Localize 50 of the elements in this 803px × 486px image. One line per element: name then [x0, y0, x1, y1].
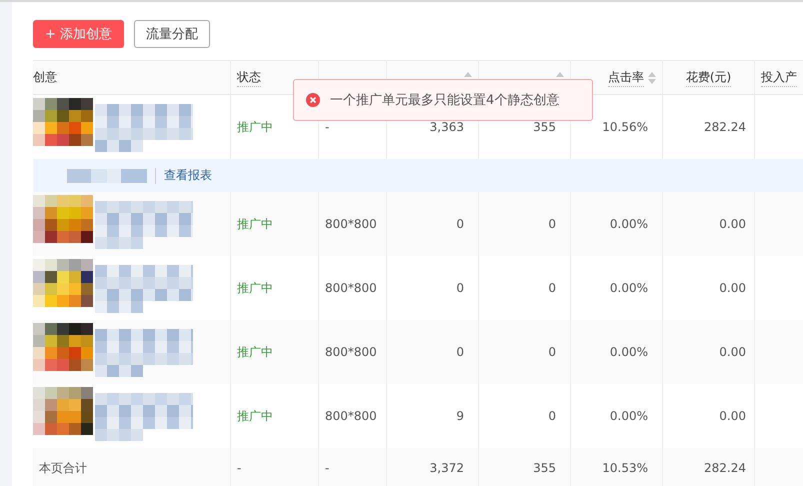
column-title: 投入产 [761, 68, 797, 86]
ctr-value: 0.00% [610, 409, 648, 423]
clicks-value: 0 [548, 281, 556, 295]
size-text: 800*800 [325, 217, 377, 231]
clicks-value: 355 [533, 120, 556, 134]
column-title: 状态 [237, 68, 261, 86]
size-text: 800*800 [325, 409, 377, 423]
ctr-value: 0.00% [610, 345, 648, 359]
column-title: 点击率 [608, 68, 644, 86]
total-label: 本页合计 [39, 460, 87, 476]
cost-value: 0.00 [719, 217, 746, 231]
impressions-value: 3,372 [430, 461, 464, 475]
column-header[interactable]: 投入产 [755, 61, 803, 94]
ctr-value: 0.00% [610, 217, 648, 231]
cost-value: 282.24 [704, 120, 746, 134]
impressions-value: 3,363 [430, 120, 464, 134]
clicks-value: 0 [548, 217, 556, 231]
impressions-value: 0 [456, 345, 464, 359]
report-link[interactable]: 查看报表 [164, 167, 212, 184]
size-text: - [325, 461, 330, 475]
status-text: 推广中 [237, 216, 273, 232]
cost-value: 0.00 [719, 345, 746, 359]
ctr-value: 10.53% [602, 461, 648, 475]
ctr-value: 10.56% [602, 120, 648, 134]
status-text: 推广中 [237, 280, 273, 296]
column-title: 花费(元) [686, 68, 732, 86]
column-header[interactable]: 花费(元) [663, 61, 755, 94]
clicks-value: 0 [548, 345, 556, 359]
sort-icon[interactable] [648, 70, 656, 84]
size-text: - [325, 120, 330, 134]
impressions-value: 9 [456, 409, 464, 423]
status-text: 推广中 [237, 344, 273, 360]
status-text: 推广中 [237, 408, 273, 424]
error-icon [306, 93, 320, 107]
cost-value: 282.24 [704, 461, 746, 475]
column-title: 创意 [33, 69, 57, 86]
status-text: 推广中 [237, 118, 273, 136]
status-text: - [237, 461, 242, 475]
cost-value: 0.00 [719, 281, 746, 295]
size-text: 800*800 [325, 345, 377, 359]
impressions-value: 0 [456, 281, 464, 295]
toast-message: 一个推广单元最多只能设置4个静态创意 [330, 92, 560, 109]
column-header[interactable]: 创意 [33, 61, 231, 94]
clicks-value: 0 [548, 409, 556, 423]
ctr-value: 0.00% [610, 281, 648, 295]
toolbar-button[interactable]: 流量分配 [134, 20, 210, 48]
size-text: 800*800 [325, 281, 377, 295]
impressions-value: 0 [456, 217, 464, 231]
cost-value: 0.00 [719, 409, 746, 423]
clicks-value: 355 [533, 461, 556, 475]
